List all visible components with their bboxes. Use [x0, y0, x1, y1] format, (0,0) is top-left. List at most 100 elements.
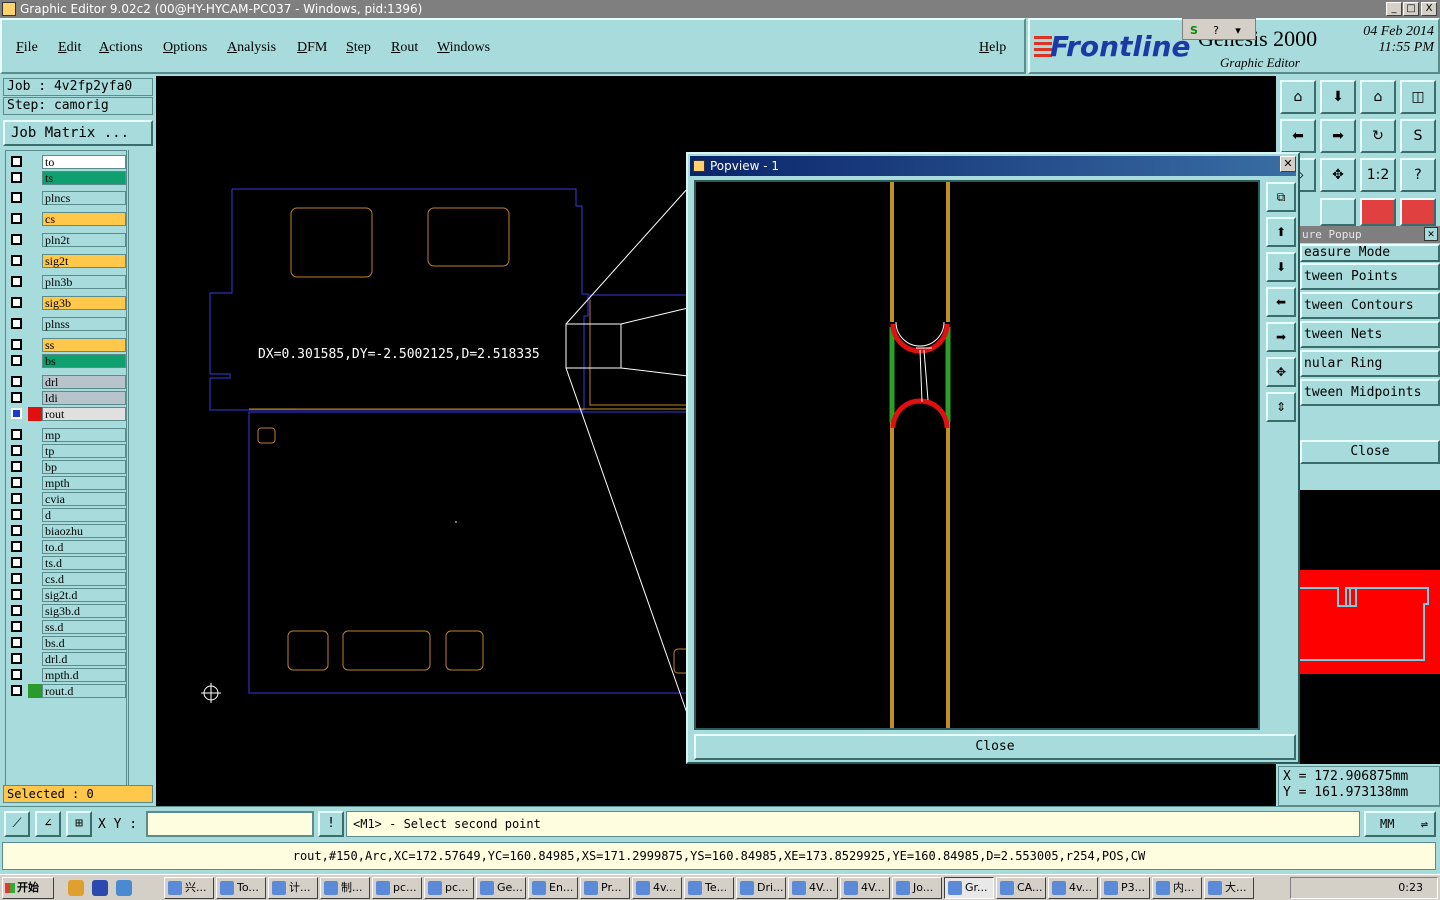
layer-checkbox[interactable] [11, 669, 22, 680]
layer-row-bs-d[interactable]: bs.d [8, 636, 126, 650]
layer-checkbox[interactable] [11, 172, 22, 183]
layer-checkbox[interactable] [11, 429, 22, 440]
layer-name[interactable]: to [42, 155, 126, 169]
layer-row-sig2t-d[interactable]: sig2t.d [8, 588, 126, 602]
menu-analysis[interactable]: Analysis [227, 40, 276, 56]
layer-checkbox[interactable] [11, 297, 22, 308]
measure-tool-icon[interactable] [1360, 198, 1396, 226]
popview-canvas[interactable] [694, 180, 1260, 730]
layer-checkbox[interactable] [11, 477, 22, 488]
layer-name[interactable]: sig2t.d [42, 588, 126, 602]
split-view-icon[interactable]: ◫ [1400, 80, 1436, 114]
close-window-button[interactable]: X [1421, 2, 1437, 16]
layer-row-pln2t[interactable]: pln2t [8, 233, 126, 247]
snap-tool-icon[interactable] [1320, 198, 1356, 226]
layer-checkbox[interactable] [11, 605, 22, 616]
layer-checkbox[interactable] [11, 493, 22, 504]
layer-name[interactable]: cs.d [42, 572, 126, 586]
taskbar-item[interactable]: 兴... [164, 877, 214, 899]
layer-row-ss-d[interactable]: ss.d [8, 620, 126, 634]
popview-titlebar[interactable]: Popview - 1 [690, 156, 1296, 176]
layer-checkbox[interactable] [11, 255, 22, 266]
layer-row-plncs[interactable]: plncs [8, 191, 126, 205]
layer-checkbox[interactable] [11, 637, 22, 648]
layer-checkbox[interactable] [11, 318, 22, 329]
xy-input[interactable] [146, 811, 314, 837]
layer-checkbox[interactable] [11, 589, 22, 600]
layer-list-scrollbar[interactable] [128, 150, 154, 786]
layer-row-plnss[interactable]: plnss [8, 317, 126, 331]
measure-between-midpoints[interactable]: tween Midpoints [1300, 379, 1440, 406]
measure-between-points[interactable]: tween Points [1300, 263, 1440, 290]
layer-checkbox[interactable] [11, 445, 22, 456]
layer-row-rout-d[interactable]: rout.d [8, 684, 126, 698]
layer-row-sig3b[interactable]: sig3b [8, 296, 126, 310]
layer-checkbox[interactable] [11, 156, 22, 167]
measure-tool-2-icon[interactable] [1400, 198, 1436, 226]
layer-row-to[interactable]: to [8, 155, 126, 169]
layer-name[interactable]: tp [42, 444, 126, 458]
layer-name[interactable]: ss [42, 338, 126, 352]
menu-windows[interactable]: Windows [437, 40, 490, 56]
layer-checkbox[interactable] [11, 525, 22, 536]
units-select[interactable]: MM ⇌ [1364, 811, 1436, 837]
taskbar-item[interactable]: 4V... [840, 877, 890, 899]
layer-name[interactable]: bs.d [42, 636, 126, 650]
layer-checkbox[interactable] [11, 339, 22, 350]
redraw-icon[interactable]: S [1400, 119, 1436, 153]
snap-angle-icon[interactable]: ∠ [35, 811, 61, 837]
layer-name[interactable]: mpth.d [42, 668, 126, 682]
layer-name[interactable]: ts [42, 171, 126, 185]
layer-row-tp[interactable]: tp [8, 444, 126, 458]
pv-pan-up-icon[interactable]: ⬆ [1266, 217, 1296, 247]
layer-name[interactable]: bp [42, 460, 126, 474]
info-icon[interactable]: ! [318, 811, 344, 837]
layer-name[interactable]: ss.d [42, 620, 126, 634]
layer-name[interactable]: drl [42, 375, 126, 389]
s-icon[interactable]: S [1184, 22, 1204, 40]
zoom-ratio-icon[interactable]: 1:2 [1360, 158, 1396, 192]
desktop-icon[interactable] [116, 880, 132, 896]
layer-checkbox[interactable] [11, 621, 22, 632]
overview-panel[interactable] [1300, 484, 1440, 764]
layer-row-d[interactable]: d [8, 508, 126, 522]
layer-name[interactable]: sig2t [42, 254, 126, 268]
pv-pan-right-icon[interactable]: ➡ [1266, 322, 1296, 352]
taskbar-item[interactable]: To... [216, 877, 266, 899]
layer-name[interactable]: mpth [42, 476, 126, 490]
layer-name[interactable]: rout [42, 407, 126, 421]
job-matrix-button[interactable]: Job Matrix ... [3, 120, 153, 146]
home-view-icon[interactable]: ⌂ [1360, 80, 1396, 114]
taskbar-item[interactable]: Jo... [892, 877, 942, 899]
taskbar-item[interactable]: 4V... [788, 877, 838, 899]
layer-checkbox[interactable] [11, 355, 22, 366]
snap-grid-icon[interactable]: ⟋ [4, 811, 30, 837]
layer-row-biaozhu[interactable]: biaozhu [8, 524, 126, 538]
layer-row-cs-d[interactable]: cs.d [8, 572, 126, 586]
browser-icon[interactable] [92, 880, 108, 896]
layer-row-ldi[interactable]: ldi [8, 391, 126, 405]
taskbar-item[interactable]: Pr... [580, 877, 630, 899]
pan-left-icon[interactable]: ⬅ [1280, 119, 1316, 153]
layer-checkbox[interactable] [11, 408, 22, 419]
layer-checkbox[interactable] [11, 234, 22, 245]
layer-checkbox[interactable] [11, 509, 22, 520]
taskbar-item[interactable]: Ge... [476, 877, 526, 899]
layer-checkbox[interactable] [11, 392, 22, 403]
layer-name[interactable]: rout.d [42, 684, 126, 698]
layer-row-mp[interactable]: mp [8, 428, 126, 442]
layer-checkbox[interactable] [11, 461, 22, 472]
layer-row-mpth-d[interactable]: mpth.d [8, 668, 126, 682]
start-button[interactable]: 开始 [2, 877, 54, 899]
layer-name[interactable]: ts.d [42, 556, 126, 570]
layer-row-cvia[interactable]: cvia [8, 492, 126, 506]
layer-name[interactable]: to.d [42, 540, 126, 554]
measure-annular-ring[interactable]: nular Ring [1300, 350, 1440, 377]
taskbar-item[interactable]: 4v... [632, 877, 682, 899]
snap-center-icon[interactable]: ⊞ [66, 811, 92, 837]
query-icon[interactable]: ? [1400, 158, 1436, 192]
pv-zoom-out-icon[interactable]: ⇕ [1266, 392, 1296, 422]
layer-name[interactable]: pln2t [42, 233, 126, 247]
layer-name[interactable]: drl.d [42, 652, 126, 666]
layer-name[interactable]: sig3b [42, 296, 126, 310]
